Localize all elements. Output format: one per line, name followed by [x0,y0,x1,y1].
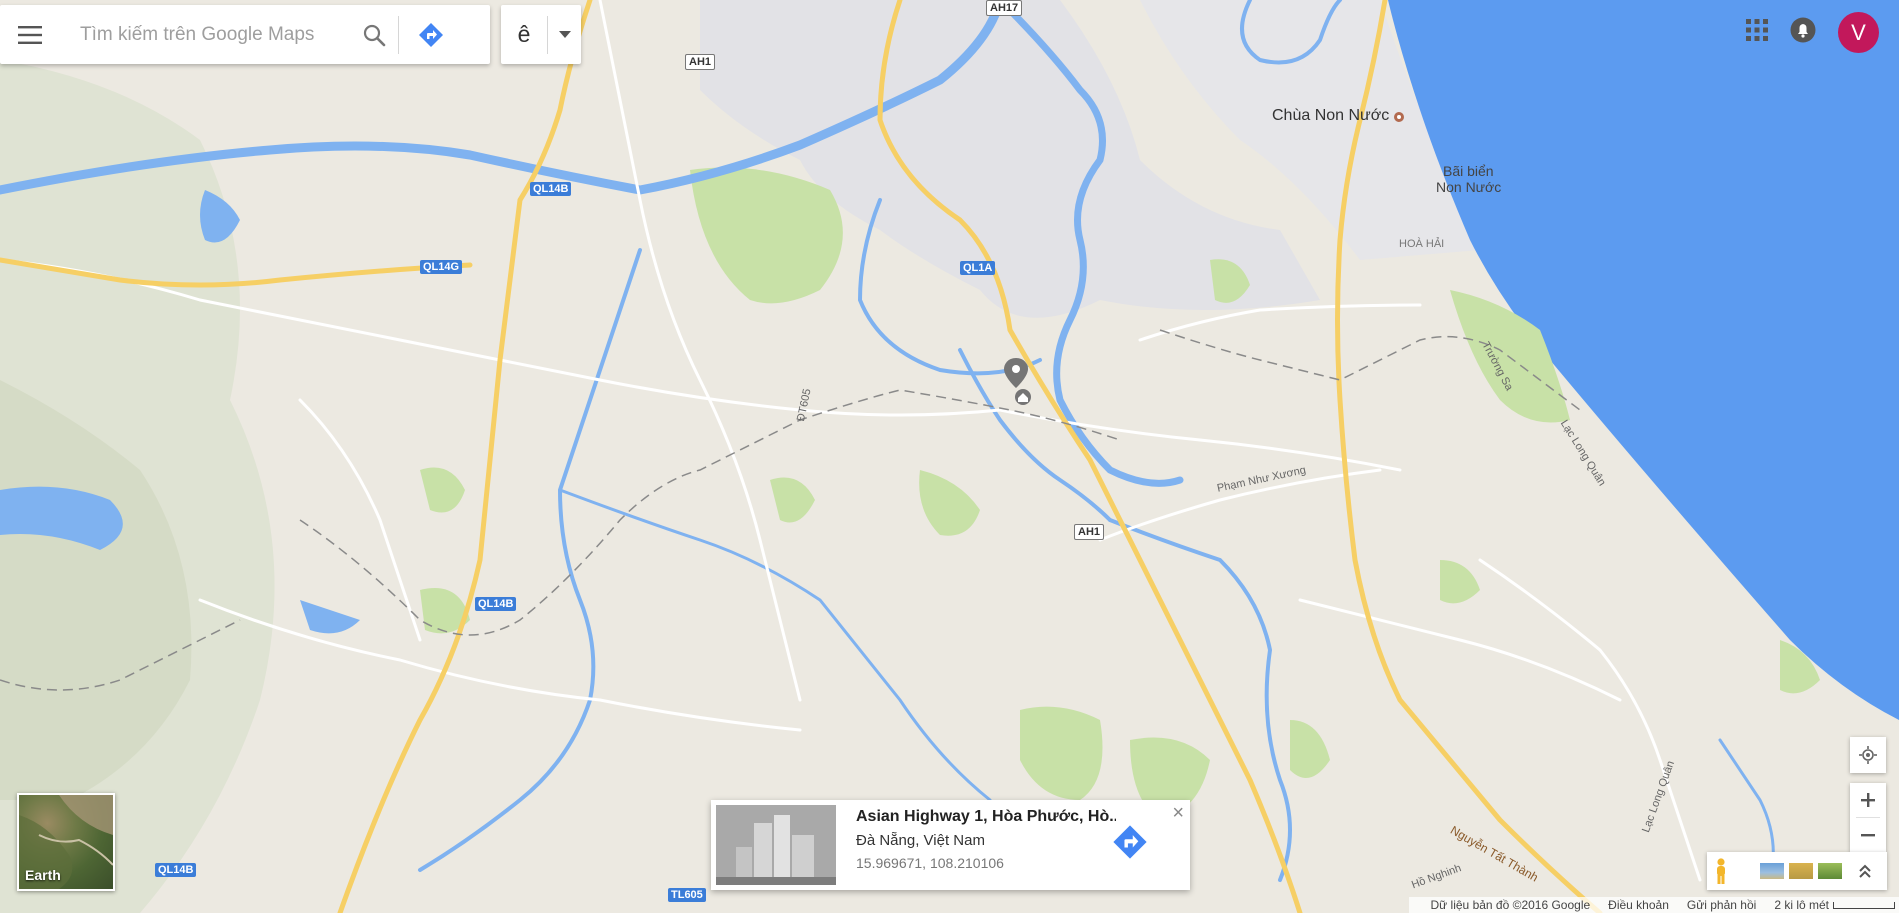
road-shield-ql14b-3: QL14B [155,863,197,877]
account-avatar[interactable]: V [1838,12,1879,53]
search-button[interactable] [350,5,398,64]
beach-label-line1: Bãi biển [1443,163,1494,179]
chevron-down-icon [558,31,571,38]
zoom-in-button[interactable] [1850,783,1886,817]
street-view-thumbnail[interactable] [716,805,836,885]
layers-bar [1707,852,1887,890]
directions-button[interactable] [399,5,463,64]
place-title[interactable]: Asian Highway 1, Hòa Phước, Hò... [856,808,1116,826]
place-address: Đà Nẵng, Việt Nam [856,832,985,849]
input-method-dropdown[interactable] [548,31,581,38]
layer-terrain-thumbnail[interactable] [1789,863,1813,879]
double-chevron-up-icon [1858,864,1871,878]
road-shield-ah17: AH17 [986,0,1023,16]
beach-label-line2: Non Nước [1436,179,1502,195]
minus-icon [1861,834,1875,837]
input-method-box: ê [501,5,581,64]
my-location-icon [1859,746,1877,764]
pegman-button[interactable] [1707,852,1735,890]
apps-button[interactable] [1746,19,1768,46]
map-canvas[interactable] [0,0,1899,913]
zoom-out-button[interactable] [1850,818,1886,852]
search-box [0,5,490,64]
place-info-text: Asian Highway 1, Hòa Phước, Hò... Đà Nẵn… [836,800,1116,890]
building-image-icon [716,805,836,885]
place-info-card: Asian Highway 1, Hòa Phước, Hò... Đà Nẵn… [711,800,1190,890]
expand-layers-button[interactable] [1842,864,1887,878]
layer-photo-thumbnail[interactable] [1818,863,1842,879]
search-input[interactable] [60,14,350,55]
map-data-attribution: Dữ liệu bản đồ ©2016 Google [1430,898,1591,912]
apps-grid-icon [1746,19,1768,41]
district-label-hoa-hai: HOÀ HẢI [1399,238,1445,250]
account-bar: V [1746,12,1879,53]
scale-bar [1833,901,1895,909]
zoom-controls [1850,783,1886,852]
map-controls [1850,737,1886,852]
road-shield-ql14b: QL14B [530,182,572,196]
pegman-icon [1717,858,1725,884]
map-footer: Dữ liệu bản đồ ©2016 Google Điều khoản G… [1408,897,1899,913]
road-shield-tl605: TL605 [668,888,706,902]
directions-icon [419,22,443,47]
earth-view-toggle[interactable]: Earth [17,793,115,891]
road-shield-ql1a: QL1A [960,261,996,275]
directions-icon [1113,825,1147,859]
home-pin-icon[interactable] [1015,389,1031,405]
terms-link[interactable]: Điều khoản [1608,898,1669,912]
my-location-button[interactable] [1850,737,1886,773]
close-icon[interactable]: × [1172,802,1184,825]
scale-label[interactable]: 2 ki lô mét [1774,898,1829,912]
place-directions-button[interactable] [1110,822,1150,862]
road-shield-ah1: AH1 [685,54,716,70]
menu-button[interactable] [0,5,60,64]
earth-label: Earth [25,867,61,883]
notifications-button[interactable] [1790,17,1816,48]
feedback-link[interactable]: Gửi phản hồi [1687,898,1756,912]
road-shield-ql14b-2: QL14B [475,597,517,611]
hamburger-menu-icon [18,25,42,44]
plus-icon [1861,793,1875,807]
input-method-char[interactable]: ê [501,21,547,48]
poi-label-chua-non-nuoc[interactable]: Chùa Non Nước [1272,107,1389,125]
road-shield-ql14g: QL14G [420,260,463,274]
place-coordinates: 15.969671, 108.210106 [856,855,1004,871]
layer-satellite-thumbnail[interactable] [1760,863,1784,879]
pagoda-poi-icon[interactable] [1394,112,1404,122]
road-shield-ah1-mid: AH1 [1074,524,1105,540]
notifications-bell-icon [1790,17,1816,43]
search-icon [363,24,386,46]
